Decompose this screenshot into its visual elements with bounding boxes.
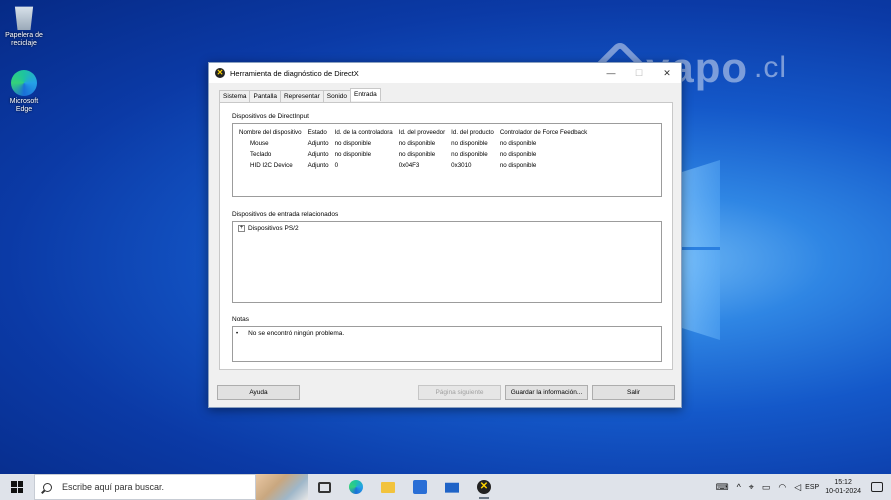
table-cell: Adjunto [307, 151, 329, 158]
mail-icon [445, 482, 459, 493]
clock-date: 10-01-2024 [825, 488, 861, 495]
maximize-button: ☐ [634, 67, 644, 78]
expand-icon[interactable]: + [238, 225, 245, 232]
edge-icon [349, 480, 363, 494]
title-bar[interactable]: ✕ Herramienta de diagnóstico de DirectX … [209, 63, 681, 83]
related-devices-tree[interactable]: + Dispositivos PS/2 [232, 221, 662, 303]
table-row[interactable]: Mouse Adjunto no disponible no disponibl… [236, 138, 590, 149]
search-icon [43, 482, 52, 492]
watermark-suffix: .cl [754, 51, 788, 84]
window-title: Herramienta de diagnóstico de DirectX [230, 68, 359, 78]
column-header[interactable]: Estado [305, 126, 332, 138]
directinput-group-label: Dispositivos de DirectInput [232, 113, 309, 120]
table-cell: 0 [334, 162, 339, 169]
table-cell: no disponible [334, 140, 372, 147]
tab-entrada[interactable]: Entrada [350, 88, 381, 101]
desktop-icon-label: Papelera de reciclaje [5, 32, 43, 47]
table-cell: no disponible [499, 162, 537, 169]
clock-time: 15:12 [834, 479, 852, 486]
taskbar-mail[interactable] [436, 474, 468, 500]
table-row[interactable]: HID I2C Device Adjunto 0 0x04F3 0x3010 n… [236, 160, 590, 171]
taskbar-search-box[interactable]: Escribe aquí para buscar. [34, 474, 256, 500]
table-cell: no disponible [499, 140, 537, 147]
save-information-button[interactable]: Guardar la información... [505, 385, 588, 400]
location-icon[interactable]: ⌖ [749, 482, 754, 493]
store-icon [413, 480, 427, 494]
table-cell: 0x04F3 [398, 162, 420, 169]
recycle-bin-icon [14, 6, 34, 30]
exit-button[interactable]: Salir [592, 385, 675, 400]
taskbar: Escribe aquí para buscar. ✕ ⌨ ^ ⌖ ▭ ◠ ◁ … [0, 474, 891, 500]
table-cell: no disponible [398, 151, 436, 158]
column-header[interactable]: Id. del proveedor [396, 126, 448, 138]
next-page-button: Página siguiente [418, 385, 501, 400]
taskbar-directx[interactable]: ✕ [468, 474, 500, 500]
windows-start-icon [11, 481, 23, 493]
keyboard-icon[interactable]: ⌨ [716, 482, 729, 493]
related-devices-group-label: Dispositivos de entrada relacionados [232, 211, 339, 218]
notes-group-label: Notas [232, 316, 249, 323]
volume-icon[interactable]: ◁ [794, 482, 801, 493]
taskbar-store[interactable] [404, 474, 436, 500]
column-header[interactable]: Id. de la controladora [332, 126, 396, 138]
desktop-icon-edge[interactable]: Microsoft Edge [4, 70, 44, 114]
taskbar-clock[interactable]: 15:12 10-01-2024 [825, 478, 861, 496]
desktop-icon-recycle-bin[interactable]: Papelera de reciclaje [4, 4, 44, 48]
desktop-icon-label: Microsoft Edge [9, 98, 39, 113]
tree-item-ps2[interactable]: + Dispositivos PS/2 [238, 225, 299, 232]
tree-item-label: Dispositivos PS/2 [248, 225, 299, 232]
edge-icon [11, 70, 37, 96]
column-header[interactable]: Id. del producto [448, 126, 497, 138]
task-view-icon [317, 481, 331, 493]
table-cell: Mouse [250, 140, 269, 147]
directx-diagnostic-window: ✕ Herramienta de diagnóstico de DirectX … [208, 62, 682, 408]
table-cell: 0x3010 [451, 162, 472, 169]
minimize-button[interactable]: — [597, 63, 625, 83]
table-header-row: Nombre del dispositivo Estado Id. de la … [236, 126, 590, 138]
table-row[interactable]: Teclado Adjunto no disponible no disponi… [236, 149, 590, 160]
table-cell: Adjunto [307, 140, 329, 147]
close-button[interactable]: ✕ [653, 63, 681, 83]
table-cell: Teclado [250, 151, 272, 158]
help-button[interactable]: Ayuda [217, 385, 300, 400]
search-highlight-image[interactable] [256, 474, 308, 500]
directinput-table: Nombre del dispositivo Estado Id. de la … [236, 126, 590, 171]
search-placeholder: Escribe aquí para buscar. [62, 482, 165, 492]
notes-box[interactable]: • No se encontró ningún problema. [232, 326, 662, 362]
table-cell: Adjunto [307, 162, 329, 169]
wifi-icon[interactable]: ◠ [778, 482, 786, 493]
directinput-device-list[interactable]: Nombre del dispositivo Estado Id. de la … [232, 123, 662, 197]
entrada-tab-panel: Dispositivos de DirectInput Nombre del d… [219, 102, 673, 370]
table-cell: no disponible [451, 151, 488, 158]
bullet-icon: • [236, 330, 239, 337]
notification-center-icon[interactable] [871, 482, 883, 492]
taskbar-edge[interactable] [340, 474, 372, 500]
input-language[interactable]: ESP [805, 484, 819, 491]
battery-icon[interactable]: ▭ [762, 482, 771, 493]
table-cell: no disponible [499, 151, 537, 158]
file-explorer-icon [381, 481, 395, 493]
table-cell: no disponible [451, 140, 488, 147]
directx-icon: ✕ [477, 480, 491, 494]
show-hidden-icons-chevron[interactable]: ^ [737, 482, 741, 492]
column-header[interactable]: Nombre del dispositivo [236, 126, 305, 138]
taskbar-task-view[interactable] [308, 474, 340, 500]
system-tray: ⌨ ^ ⌖ ▭ ◠ ◁ ESP 15:12 10-01-2024 [712, 474, 891, 500]
directx-icon: ✕ [215, 68, 225, 78]
table-cell: no disponible [334, 151, 372, 158]
notes-item: • No se encontró ningún problema. [236, 330, 344, 337]
column-header[interactable]: Controlador de Force Feedback [497, 126, 590, 138]
table-cell: no disponible [398, 140, 436, 147]
taskbar-file-explorer[interactable] [372, 474, 404, 500]
notes-text: No se encontró ningún problema. [248, 330, 345, 337]
start-button[interactable] [0, 474, 34, 500]
table-cell: HID I2C Device [250, 162, 293, 169]
